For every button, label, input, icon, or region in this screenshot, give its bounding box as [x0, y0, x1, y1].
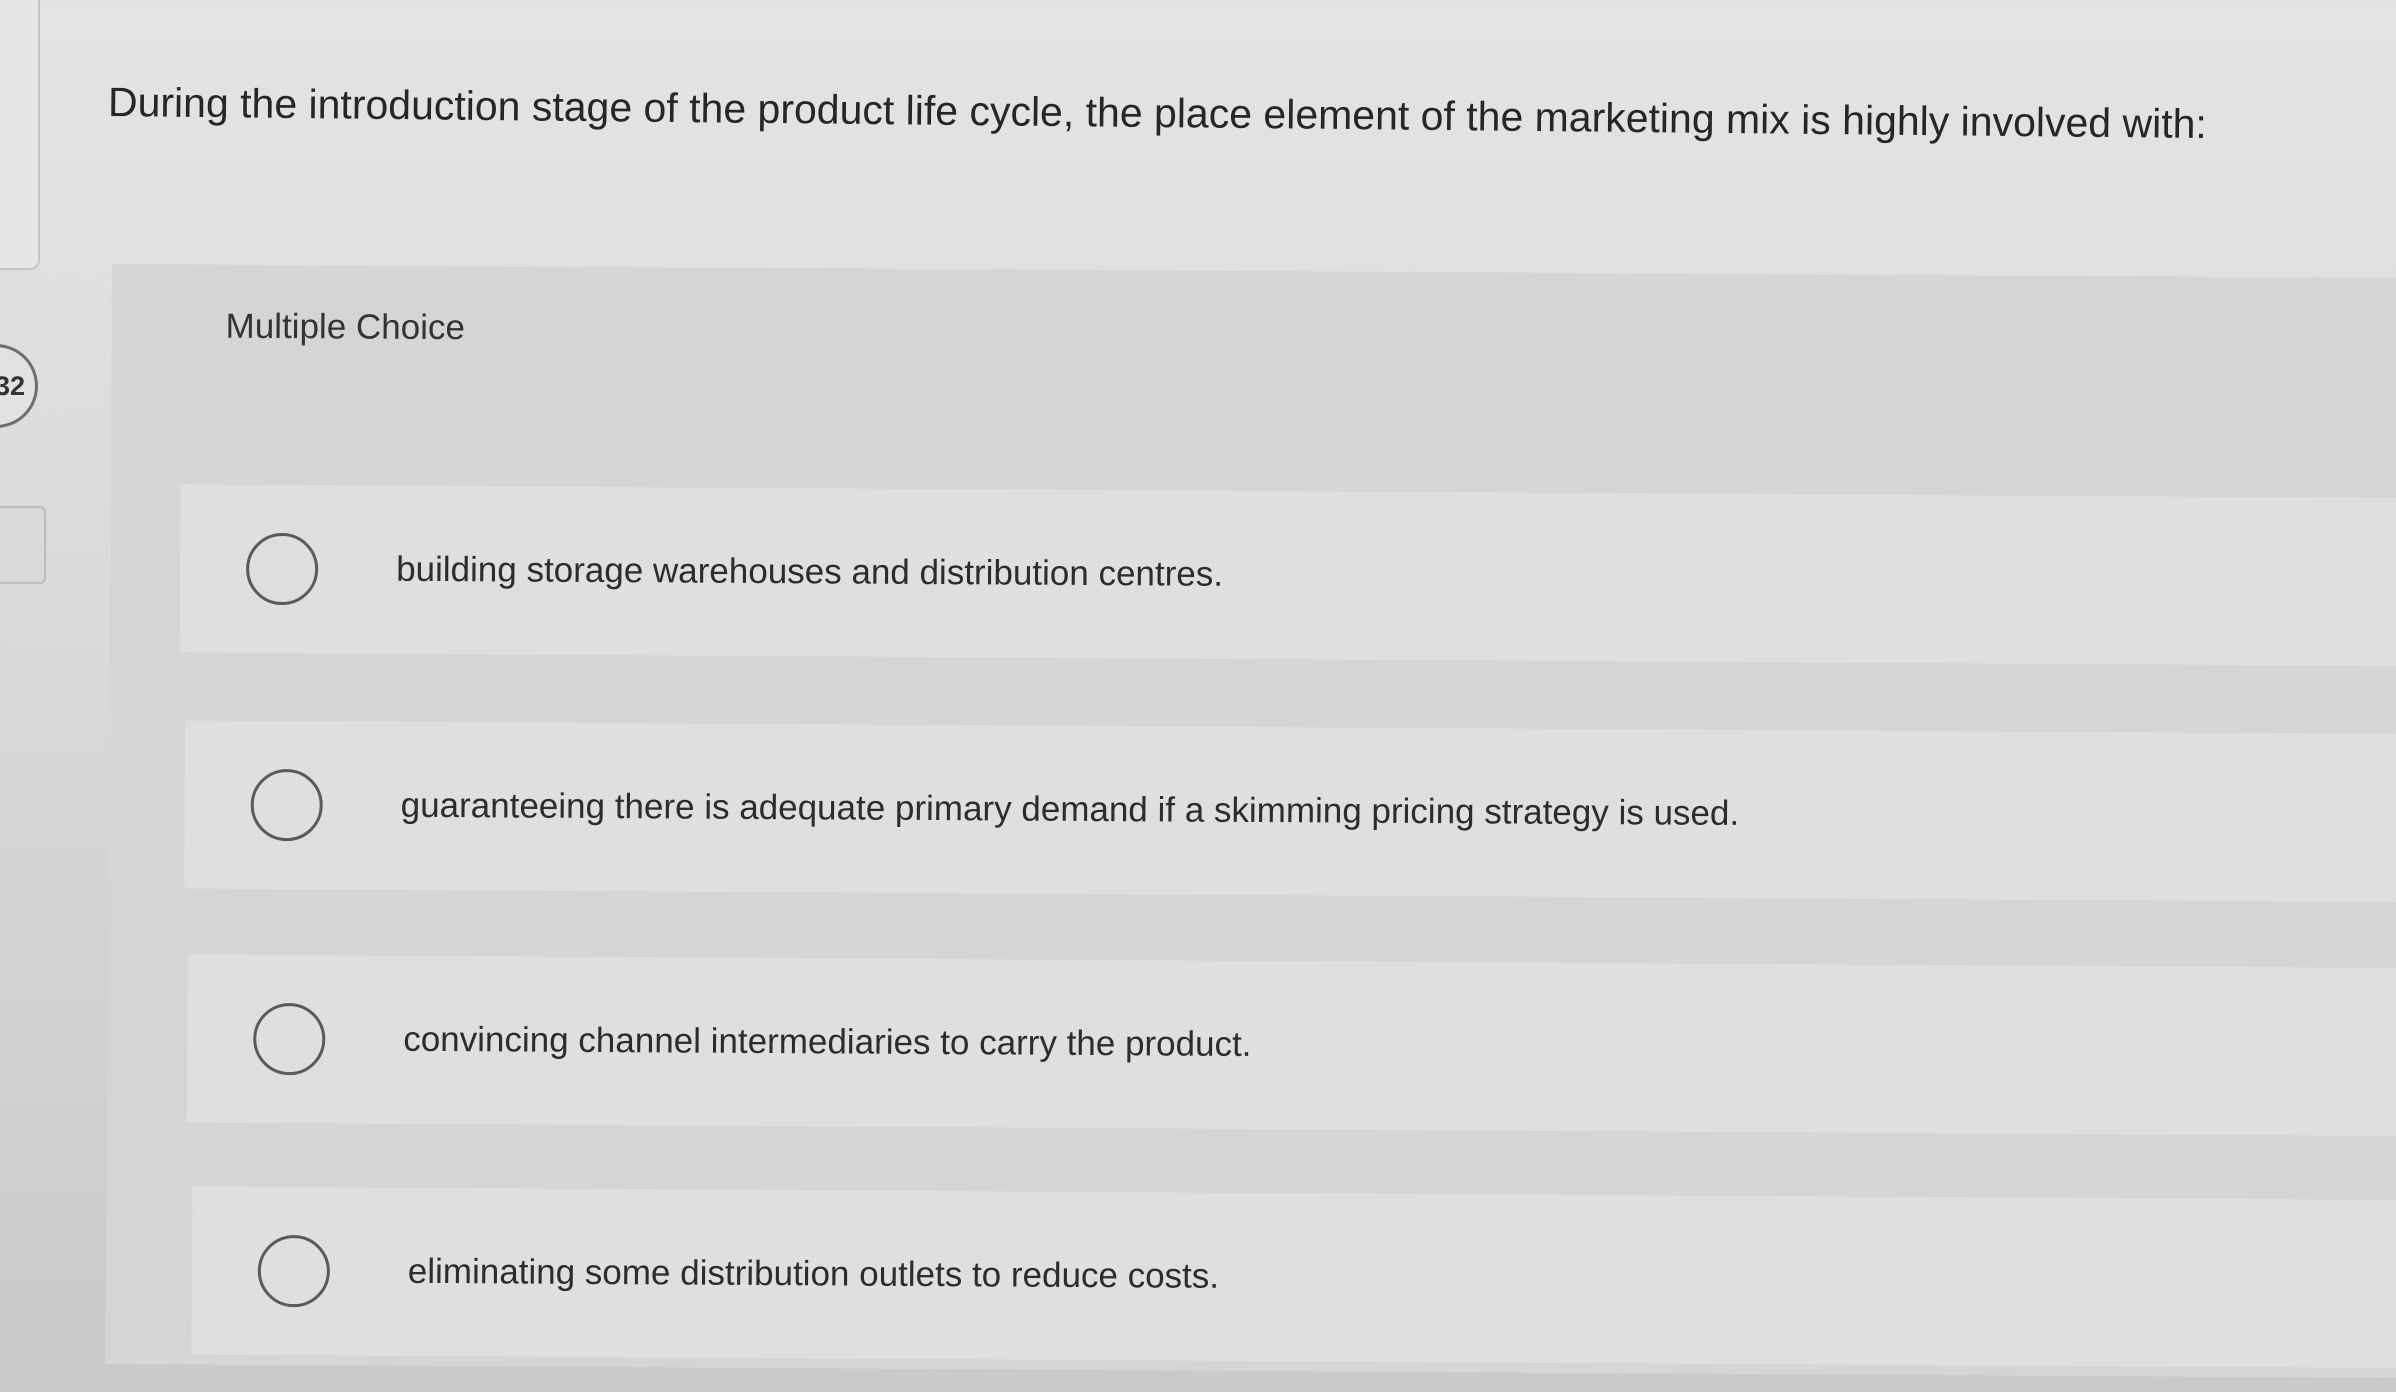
question-number: 32 — [0, 370, 25, 401]
answer-option-a[interactable]: building storage warehouses and distribu… — [179, 484, 2396, 667]
radio-button-c[interactable] — [253, 1002, 326, 1076]
answer-option-b-text: guaranteeing there is adequate primary d… — [400, 785, 1740, 833]
answer-option-c[interactable]: convincing channel intermediaries to car… — [186, 954, 2396, 1137]
question-type-label: Multiple Choice — [225, 306, 466, 348]
answer-option-c-text: convincing channel intermediaries to car… — [403, 1019, 1252, 1064]
question-text: During the introduction stage of the pro… — [107, 79, 2208, 147]
answer-option-d[interactable]: eliminating some distribution outlets to… — [191, 1186, 2396, 1369]
flag-box[interactable] — [0, 506, 46, 584]
answer-option-b[interactable]: guaranteeing there is adequate primary d… — [184, 720, 2396, 903]
nav-card[interactable] — [0, 0, 40, 270]
radio-button-d[interactable] — [257, 1234, 331, 1308]
radio-button-b[interactable] — [250, 768, 323, 842]
answer-option-d-text: eliminating some distribution outlets to… — [407, 1251, 1220, 1296]
multiple-choice-panel: Multiple Choice building storage warehou… — [105, 264, 2396, 1379]
question-number-badge[interactable]: 32 — [0, 344, 38, 428]
radio-button-a[interactable] — [245, 532, 319, 606]
answer-option-a-text: building storage warehouses and distribu… — [396, 549, 1224, 594]
